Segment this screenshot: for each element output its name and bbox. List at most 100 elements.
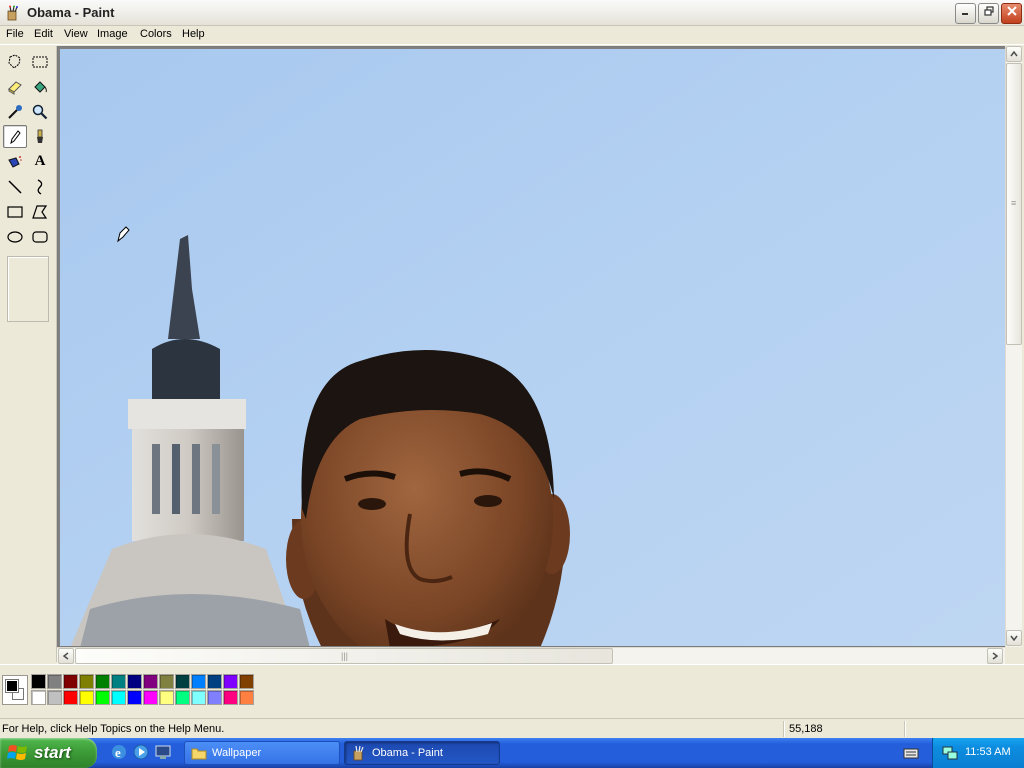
- close-button[interactable]: [1001, 3, 1022, 24]
- text-icon: A: [34, 153, 46, 169]
- color-swatch[interactable]: [127, 690, 142, 705]
- tool-rectangle[interactable]: [3, 200, 27, 223]
- window-title: Obama - Paint: [27, 5, 115, 20]
- tool-brush[interactable]: [28, 125, 52, 148]
- color-swatch[interactable]: [95, 690, 110, 705]
- tool-magnifier[interactable]: [28, 100, 52, 123]
- scroll-down-button[interactable]: [1006, 630, 1022, 646]
- tool-pick-color[interactable]: [3, 100, 27, 123]
- folder-icon: [191, 748, 207, 760]
- menu-image[interactable]: Image: [96, 28, 129, 40]
- color-swatch[interactable]: [127, 674, 142, 689]
- menu-file[interactable]: File: [5, 28, 25, 40]
- horizontal-scroll-thumb[interactable]: |||: [75, 648, 613, 664]
- menu-help[interactable]: Help: [181, 28, 206, 40]
- chevron-right-icon: [992, 652, 998, 660]
- tool-rounded-rect[interactable]: [28, 225, 52, 248]
- menu-view[interactable]: View: [63, 28, 89, 40]
- rectangle-icon: [7, 205, 23, 218]
- color-swatch[interactable]: [111, 674, 126, 689]
- minimize-button[interactable]: [955, 3, 976, 24]
- tool-ellipse[interactable]: [3, 225, 27, 248]
- color-swatch[interactable]: [143, 690, 158, 705]
- color-swatch[interactable]: [207, 674, 222, 689]
- drawing-canvas[interactable]: [60, 49, 1005, 646]
- color-swatch[interactable]: [191, 690, 206, 705]
- color-swatch[interactable]: [79, 674, 94, 689]
- keyboard-language-icon[interactable]: [902, 744, 920, 762]
- brush-icon: [37, 129, 43, 143]
- vertical-scrollbar[interactable]: ≡: [1005, 46, 1022, 647]
- tool-options-box[interactable]: [7, 256, 49, 322]
- scroll-up-button[interactable]: [1006, 46, 1022, 62]
- network-icon[interactable]: [941, 744, 959, 762]
- paint-app-icon: [7, 5, 18, 21]
- chevron-left-icon: [63, 652, 69, 660]
- color-swatch[interactable]: [79, 690, 94, 705]
- windows-logo-icon: [7, 745, 27, 760]
- horizontal-scrollbar[interactable]: |||: [57, 647, 1005, 664]
- scroll-right-button[interactable]: [987, 648, 1003, 664]
- start-button[interactable]: start: [0, 738, 97, 768]
- color-palette: [0, 664, 1024, 714]
- eraser-icon: [8, 80, 22, 95]
- show-desktop-icon[interactable]: [154, 743, 172, 761]
- taskbar-label-wallpaper: Wallpaper: [212, 747, 262, 759]
- color-swatch[interactable]: [175, 690, 190, 705]
- taskbar-button-paint[interactable]: Obama - Paint: [344, 741, 500, 765]
- color-swatch[interactable]: [159, 674, 174, 689]
- color-swatch[interactable]: [239, 690, 254, 705]
- pencil-icon: [10, 129, 21, 144]
- internet-explorer-icon[interactable]: e: [110, 743, 128, 761]
- color-swatch[interactable]: [223, 690, 238, 705]
- tool-text[interactable]: A: [28, 150, 52, 173]
- restore-button[interactable]: [978, 3, 999, 24]
- status-coordinates: 55,188: [789, 723, 823, 735]
- tool-line[interactable]: [3, 175, 27, 198]
- color-swatch[interactable]: [143, 674, 158, 689]
- minimize-icon: [961, 13, 968, 15]
- menu-edit[interactable]: Edit: [33, 28, 54, 40]
- rounded-rect-icon: [32, 230, 48, 243]
- color-swatch[interactable]: [223, 674, 238, 689]
- tool-airbrush[interactable]: [3, 150, 27, 173]
- status-help-text: For Help, click Help Topics on the Help …: [2, 723, 225, 735]
- color-swatch[interactable]: [111, 690, 126, 705]
- tool-curve[interactable]: [28, 175, 52, 198]
- status-divider: [904, 721, 905, 737]
- magnifier-icon: [32, 104, 48, 119]
- tool-rect-select[interactable]: [28, 50, 52, 73]
- color-swatch[interactable]: [47, 690, 62, 705]
- color-swatch[interactable]: [31, 674, 46, 689]
- clock[interactable]: 11:53 AM: [965, 746, 1011, 758]
- color-swatch[interactable]: [191, 674, 206, 689]
- color-swatch[interactable]: [95, 674, 110, 689]
- current-colors[interactable]: [2, 675, 28, 705]
- media-player-icon[interactable]: [132, 743, 150, 761]
- color-swatch[interactable]: [159, 690, 174, 705]
- polygon-icon: [32, 204, 48, 219]
- portrait: [286, 350, 570, 646]
- color-swatch[interactable]: [63, 690, 78, 705]
- scroll-left-button[interactable]: [58, 648, 74, 664]
- color-swatch[interactable]: [207, 690, 222, 705]
- vertical-scroll-thumb[interactable]: ≡: [1006, 63, 1022, 345]
- toolbox: A: [0, 46, 57, 662]
- color-swatch[interactable]: [31, 690, 46, 705]
- color-swatch[interactable]: [239, 674, 254, 689]
- taskbar-button-wallpaper[interactable]: Wallpaper: [184, 741, 340, 765]
- restore-icon: [983, 6, 994, 16]
- tool-polygon[interactable]: [28, 200, 52, 223]
- color-swatch[interactable]: [47, 674, 62, 689]
- menu-bar: File Edit View Image Colors Help: [0, 26, 1024, 45]
- color-swatch[interactable]: [63, 674, 78, 689]
- airbrush-icon: [8, 155, 22, 168]
- color-swatch[interactable]: [175, 674, 190, 689]
- tool-fill[interactable]: [28, 75, 52, 98]
- free-form-select-icon: [8, 53, 21, 69]
- menu-colors[interactable]: Colors: [139, 28, 173, 40]
- ellipse-icon: [7, 230, 23, 243]
- tool-free-form-select[interactable]: [3, 50, 27, 73]
- tool-eraser[interactable]: [3, 75, 27, 98]
- tool-pencil[interactable]: [3, 125, 27, 148]
